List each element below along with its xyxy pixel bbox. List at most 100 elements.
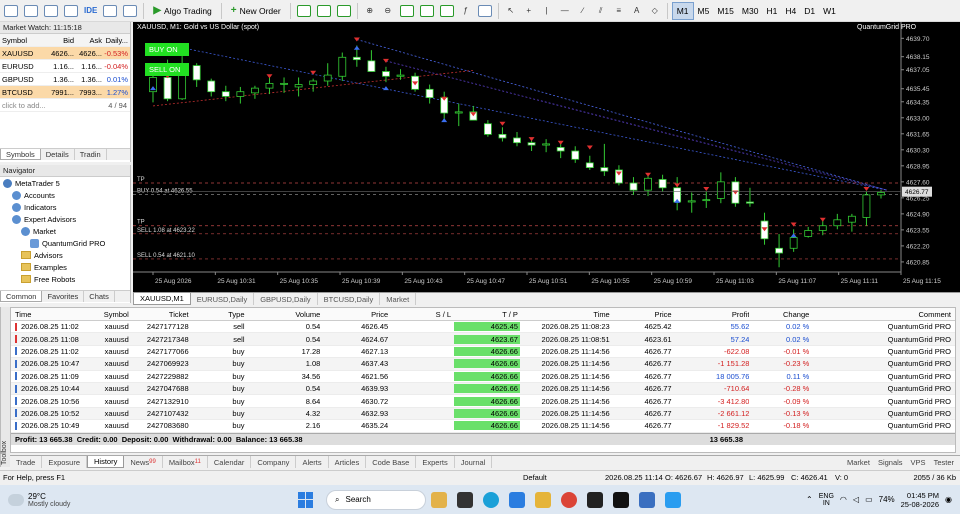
navigator-icon[interactable]: [62, 2, 80, 20]
channel-icon[interactable]: ⫽: [593, 2, 609, 20]
toolbox-tab[interactable]: History: [87, 456, 125, 468]
column-header[interactable]: Time: [520, 310, 609, 319]
toolbox-tab[interactable]: Alerts: [296, 456, 329, 468]
table-row[interactable]: 2026.08.25 10:56:00 xauusd 2427132910 buy 8.…: [11, 395, 955, 408]
toolbox-action[interactable]: VPS: [911, 458, 926, 467]
toolbox-action[interactable]: Tester: [934, 458, 954, 467]
ide-button[interactable]: IDE: [82, 2, 99, 20]
windows-start-icon[interactable]: [298, 491, 314, 508]
tab-symbols[interactable]: Symbols: [0, 149, 41, 160]
timeframe-m1[interactable]: M1: [671, 1, 694, 20]
column-header[interactable]: Change: [749, 310, 809, 319]
auto-scroll-icon[interactable]: [418, 2, 436, 20]
wifi-icon[interactable]: ◠: [840, 495, 847, 504]
chart-tab[interactable]: Market: [380, 293, 417, 305]
column-header[interactable]: Price: [610, 310, 672, 319]
crosshair-icon[interactable]: +: [521, 2, 537, 20]
line-chart-icon[interactable]: [335, 2, 353, 20]
mail-app-icon[interactable]: [509, 491, 525, 508]
chart-tab[interactable]: EURUSD,Daily: [191, 293, 255, 305]
profiles-icon[interactable]: [22, 2, 40, 20]
table-row[interactable]: 2026.08.25 10:44:28 xauusd 2427047688 buy 0.…: [11, 382, 955, 396]
lang-region[interactable]: IN: [819, 500, 834, 507]
templates-icon[interactable]: [476, 2, 494, 20]
toolbox-tab[interactable]: Mailbox 11: [163, 456, 208, 468]
toolbox-action[interactable]: Market: [847, 458, 870, 467]
algo-trading-button[interactable]: ▶ Algo Trading: [148, 2, 216, 20]
task-view-icon[interactable]: [457, 491, 473, 508]
toolbox-tab[interactable]: Articles: [329, 456, 367, 468]
market-watch-row[interactable]: BTCUSD 7991... 7993... 1.27%: [0, 86, 130, 99]
store-icon[interactable]: [587, 491, 603, 508]
navigator-item[interactable]: Free Robots: [0, 273, 130, 285]
tab-chats[interactable]: Chats: [84, 291, 115, 302]
toolbox-tab[interactable]: Trade: [10, 456, 43, 468]
app-icon[interactable]: [665, 491, 681, 508]
timeframe-w1[interactable]: W1: [819, 2, 840, 20]
trendline-icon[interactable]: ∕: [575, 2, 591, 20]
fibonacci-icon[interactable]: ≡: [611, 2, 627, 20]
cursor-icon[interactable]: ↖: [503, 2, 519, 20]
header-ask[interactable]: Ask: [74, 36, 102, 45]
column-header[interactable]: S / L: [388, 310, 454, 319]
edge-browser-icon[interactable]: [483, 491, 499, 508]
clock-time[interactable]: 01:45 PM: [901, 491, 939, 500]
navigator-item[interactable]: Examples: [0, 261, 130, 273]
tab-common[interactable]: Common: [0, 291, 43, 302]
status-profile[interactable]: Default: [523, 473, 605, 482]
table-row[interactable]: 2026.08.25 11:02:30 xauusd 2427177066 buy 17…: [11, 346, 955, 359]
table-row[interactable]: 2026.08.25 10:52:30 xauusd 2427107432 buy 4.…: [11, 407, 955, 421]
market-watch-row[interactable]: GBPUSD 1.36... 1.36... 0.01%: [0, 73, 130, 86]
tab-details[interactable]: Details: [41, 149, 75, 160]
buy-on-button[interactable]: BUY ON: [145, 43, 189, 56]
column-header[interactable]: Volume: [245, 310, 320, 319]
lang-code[interactable]: ENG: [819, 493, 834, 500]
chart-settings-icon[interactable]: [121, 2, 139, 20]
navigator-item[interactable]: Expert Advisors: [0, 213, 130, 225]
table-row[interactable]: 2026.08.25 10:49:29 xauusd 2427083680 buy 2.…: [11, 420, 955, 433]
shapes-icon[interactable]: ◇: [647, 2, 663, 20]
notification-icon[interactable]: ◉: [945, 495, 952, 504]
tab-trading[interactable]: Tradin: [75, 149, 107, 160]
tile-windows-icon[interactable]: [398, 2, 416, 20]
chrome-icon[interactable]: [561, 491, 577, 508]
battery-icon[interactable]: ▭: [865, 495, 873, 504]
tradingview-icon[interactable]: [613, 491, 629, 508]
header-symbol[interactable]: Symbol: [0, 36, 46, 45]
text-tool-icon[interactable]: A: [629, 2, 645, 20]
toolbox-label[interactable]: Toolbox: [0, 307, 10, 467]
navigator-item[interactable]: Accounts: [0, 189, 130, 201]
column-header[interactable]: Profit: [672, 310, 750, 319]
clock-date[interactable]: 25-08-2026: [901, 500, 939, 509]
table-row[interactable]: 2026.08.25 11:08:30 xauusd 2427217348 sell 0…: [11, 333, 955, 346]
taskbar-search[interactable]: ⌕ Search: [326, 489, 426, 510]
column-header[interactable]: Type: [189, 310, 244, 319]
market-watch-row[interactable]: XAUUSD 4626... 4626... -0.53%: [0, 47, 130, 60]
toolbox-tab[interactable]: Company: [251, 456, 297, 468]
zoom-in-icon[interactable]: ⊕: [362, 2, 378, 20]
navigator-item[interactable]: Indicators: [0, 201, 130, 213]
table-row[interactable]: 2026.08.25 10:47:59 xauusd 2427069923 buy 1.…: [11, 358, 955, 371]
toolbox-tab[interactable]: Experts: [416, 456, 455, 468]
header-bid[interactable]: Bid: [46, 36, 74, 45]
indicators-icon[interactable]: ƒ: [458, 2, 474, 20]
vertical-line-icon[interactable]: |: [539, 2, 555, 20]
candle-chart-icon[interactable]: [315, 2, 333, 20]
navigator-item[interactable]: QuantumGrid PRO: [0, 237, 130, 249]
toolbox-tab[interactable]: Journal: [455, 456, 493, 468]
navigator-item[interactable]: Market: [0, 225, 130, 237]
file-explorer-icon[interactable]: [535, 491, 551, 508]
bar-chart-icon[interactable]: [295, 2, 313, 20]
navigator-item[interactable]: MetaTrader 5: [0, 177, 130, 189]
column-header[interactable]: Symbol: [79, 310, 129, 319]
new-chart-icon[interactable]: [2, 2, 20, 20]
chart-tab[interactable]: BTCUSD,Daily: [318, 293, 381, 305]
toolbox-tab[interactable]: News 99: [124, 456, 163, 468]
column-header[interactable]: T / P: [454, 310, 520, 319]
price-chart[interactable]: 4639.70 4638.15 4637.05 4635.45 4634.35 4633.…: [133, 22, 960, 292]
navigator-item[interactable]: Advisors: [0, 249, 130, 261]
market-watch-add-row[interactable]: click to add... 4 / 94: [0, 99, 130, 112]
sell-on-button[interactable]: SELL ON: [145, 63, 189, 76]
volume-icon[interactable]: ◁: [853, 495, 859, 504]
table-row[interactable]: 2026.08.25 11:09:00 xauusd 2427229882 buy 34…: [11, 371, 955, 383]
